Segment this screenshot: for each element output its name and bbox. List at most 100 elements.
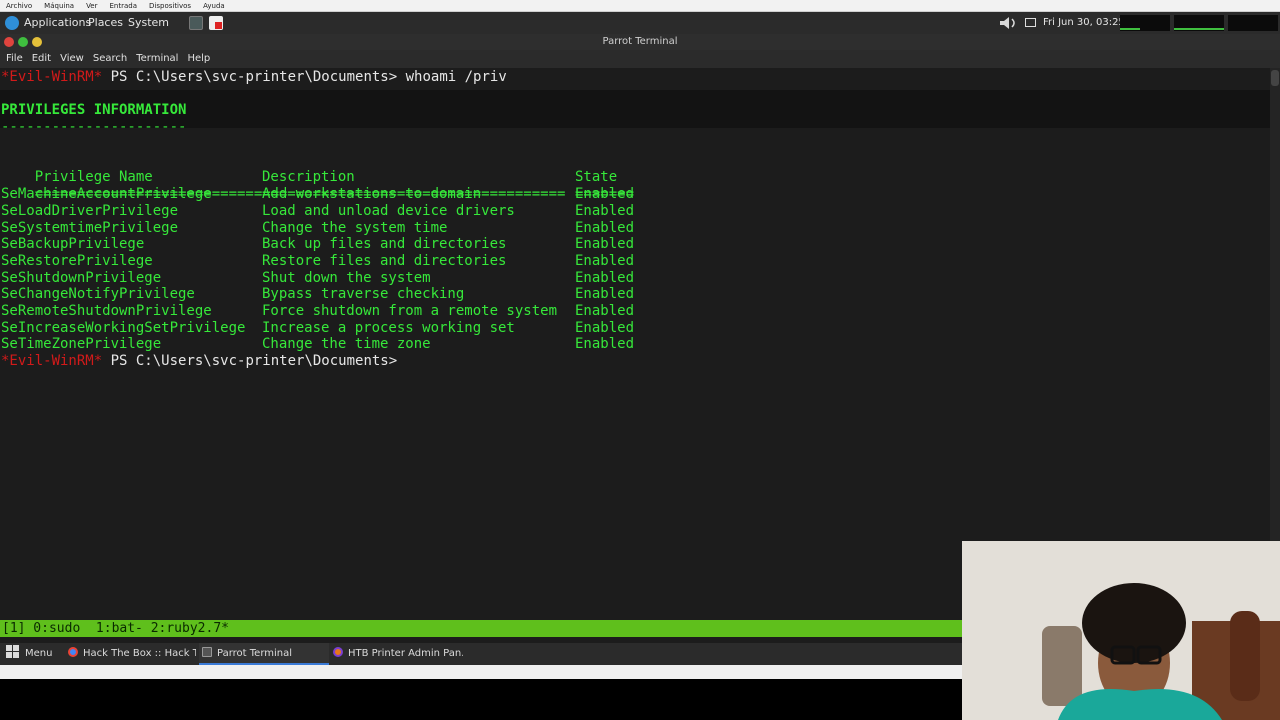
privilege-description: Add workstations to domain [262,186,482,202]
webcam-overlay [962,541,1280,720]
window-title: Parrot Terminal [602,36,678,47]
prompt-tag: *Evil-WinRM* [1,353,103,369]
bottom-taskbar: Menu Hack The Box :: Hack Th... Parrot T… [0,643,962,665]
terminal-icon [202,647,212,657]
menu-view[interactable]: View [60,50,84,68]
privilege-name: SeIncreaseWorkingSetPrivilege [1,320,246,336]
header-rule: ---------------------- [1,119,187,135]
prompt-line[interactable]: *Evil-WinRM* PS C:\Users\svc-printer\Doc… [1,353,397,370]
menu-label: Menu [25,648,53,659]
privilege-state: Enabled [575,186,635,202]
vm-host-menubar: Archivo Máquina Ver Entrada Dispositivos Ayud… [0,0,1280,12]
scrollbar-thumb[interactable] [1271,70,1279,86]
task-label: HTB Printer Admin Pan... [348,648,463,659]
vm-menu-ver[interactable]: Ver [86,0,97,12]
clock[interactable]: Fri Jun 30, 03:25 [1043,12,1125,34]
vm-menu-archivo[interactable]: Archivo [6,0,32,12]
privilege-state: Enabled [575,220,635,236]
privilege-state: Enabled [575,236,635,252]
privilege-description: Change the system time [262,220,448,236]
scrollbar[interactable] [1270,68,1280,620]
chrome-icon [68,647,78,657]
privilege-description: Shut down the system [262,270,431,286]
privilege-state: Enabled [575,286,635,302]
menu-terminal[interactable]: Terminal [136,50,178,68]
menu-search[interactable]: Search [93,50,127,68]
privilege-description: Increase a process working set [262,320,515,336]
table-row: SeMachineAccountPrivilege Add workstation… [1,186,641,203]
privilege-name: SeMachineAccountPrivilege [1,186,212,202]
task-label: Parrot Terminal [217,648,293,659]
terminal-launcher-icon[interactable] [189,16,203,30]
top-panel: Applications Places System Fri Jun 30, 0… [0,12,1280,34]
privilege-description: Restore files and directories [262,253,507,269]
terminal-output[interactable]: *Evil-WinRM* PS C:\Users\svc-printer\Doc… [0,68,1280,620]
memory-meter [1174,15,1224,31]
editor-badge [215,22,222,29]
close-window-button[interactable] [4,37,14,47]
menu-edit[interactable]: Edit [32,50,51,68]
table-row: SeBackupPrivilege Back up files and direc… [1,236,641,253]
privilege-description: Change the time zone [262,336,431,352]
privilege-description: Bypass traverse checking [262,286,465,302]
cpu-meter [1120,15,1170,31]
privilege-state: Enabled [575,270,635,286]
privilege-name: SeBackupPrivilege [1,236,145,252]
taskbar-item-hackthebox[interactable]: Hack The Box :: Hack Th... [68,643,196,665]
prompt-path: PS C:\Users\svc-printer\Documents> [102,69,398,85]
vm-menu-ayuda[interactable]: Ayuda [203,0,225,12]
vm-menu-maquina[interactable]: Máquina [44,0,74,12]
minimize-window-button[interactable] [32,37,42,47]
table-row: SeRestorePrivilege Restore files and dire… [1,253,641,270]
taskbar-item-htb-printer[interactable]: HTB Printer Admin Pan... [333,643,463,665]
maximize-window-button[interactable] [18,37,28,47]
window-titlebar[interactable]: Parrot Terminal [0,34,1280,50]
table-row: SeRemoteShutdownPrivilege Force shutdown … [1,303,641,320]
applications-menu[interactable]: Applications [24,12,91,34]
privilege-description: Back up files and directories [262,236,507,252]
terminal-menubar: File Edit View Search Terminal Help [0,50,1280,68]
prompt-path: PS C:\Users\svc-printer\Documents> [102,353,398,369]
system-menu[interactable]: System [128,12,169,34]
webcam-person-image [962,541,1280,720]
privilege-name: SeLoadDriverPrivilege [1,203,179,219]
table-row: SeTimeZonePrivilege Change the time zone E… [1,336,641,353]
firefox-icon [333,647,343,657]
start-menu-button[interactable]: Menu [6,643,62,665]
privilege-name: SeChangeNotifyPrivilege [1,286,195,302]
command-line: *Evil-WinRM* PS C:\Users\svc-printer\Doc… [1,69,507,86]
privileges-header: PRIVILEGES INFORMATION [1,102,187,118]
table-row: SeLoadDriverPrivilege Load and unload dev… [1,203,641,220]
table-row: SeShutdownPrivilege Shut down the system E… [1,270,641,287]
menu-help[interactable]: Help [187,50,210,68]
privilege-state: Enabled [575,303,635,319]
background-shadow [0,90,1270,128]
privilege-name: SeRestorePrivilege [1,253,153,269]
vm-menu-entrada[interactable]: Entrada [110,0,138,12]
privilege-name: SeSystemtimePrivilege [1,220,179,236]
privilege-state: Enabled [575,320,635,336]
menu-file[interactable]: File [6,50,23,68]
prompt-tag: *Evil-WinRM* [1,69,103,85]
vm-menu-dispositivos[interactable]: Dispositivos [149,0,191,12]
display-icon[interactable] [1025,18,1036,27]
host-bottom-strip [0,665,962,679]
network-meter [1228,15,1278,31]
taskbar-item-parrot-terminal[interactable]: Parrot Terminal [199,643,329,665]
grid-menu-icon [6,645,19,658]
privilege-description: Force shutdown from a remote system [262,303,558,319]
task-label: Hack The Box :: Hack Th... [83,648,196,659]
privilege-name: SeRemoteShutdownPrivilege [1,303,212,319]
table-row: SeSystemtimePrivilege Change the system t… [1,220,641,237]
volume-icon[interactable] [999,16,1019,30]
command-text: whoami /priv [397,69,507,85]
column-rules: ============================= ===========… [1,169,641,202]
table-row: SeIncreaseWorkingSetPrivilege Increase a … [1,320,641,337]
places-menu[interactable]: Places [88,12,123,34]
text-editor-launcher-icon[interactable] [209,16,223,30]
column-headers: Privilege Name Description State [1,152,641,185]
privilege-state: Enabled [575,253,635,269]
parrot-logo-icon[interactable] [5,16,19,30]
privilege-state: Enabled [575,336,635,352]
table-row: SeChangeNotifyPrivilege Bypass traverse c… [1,286,641,303]
